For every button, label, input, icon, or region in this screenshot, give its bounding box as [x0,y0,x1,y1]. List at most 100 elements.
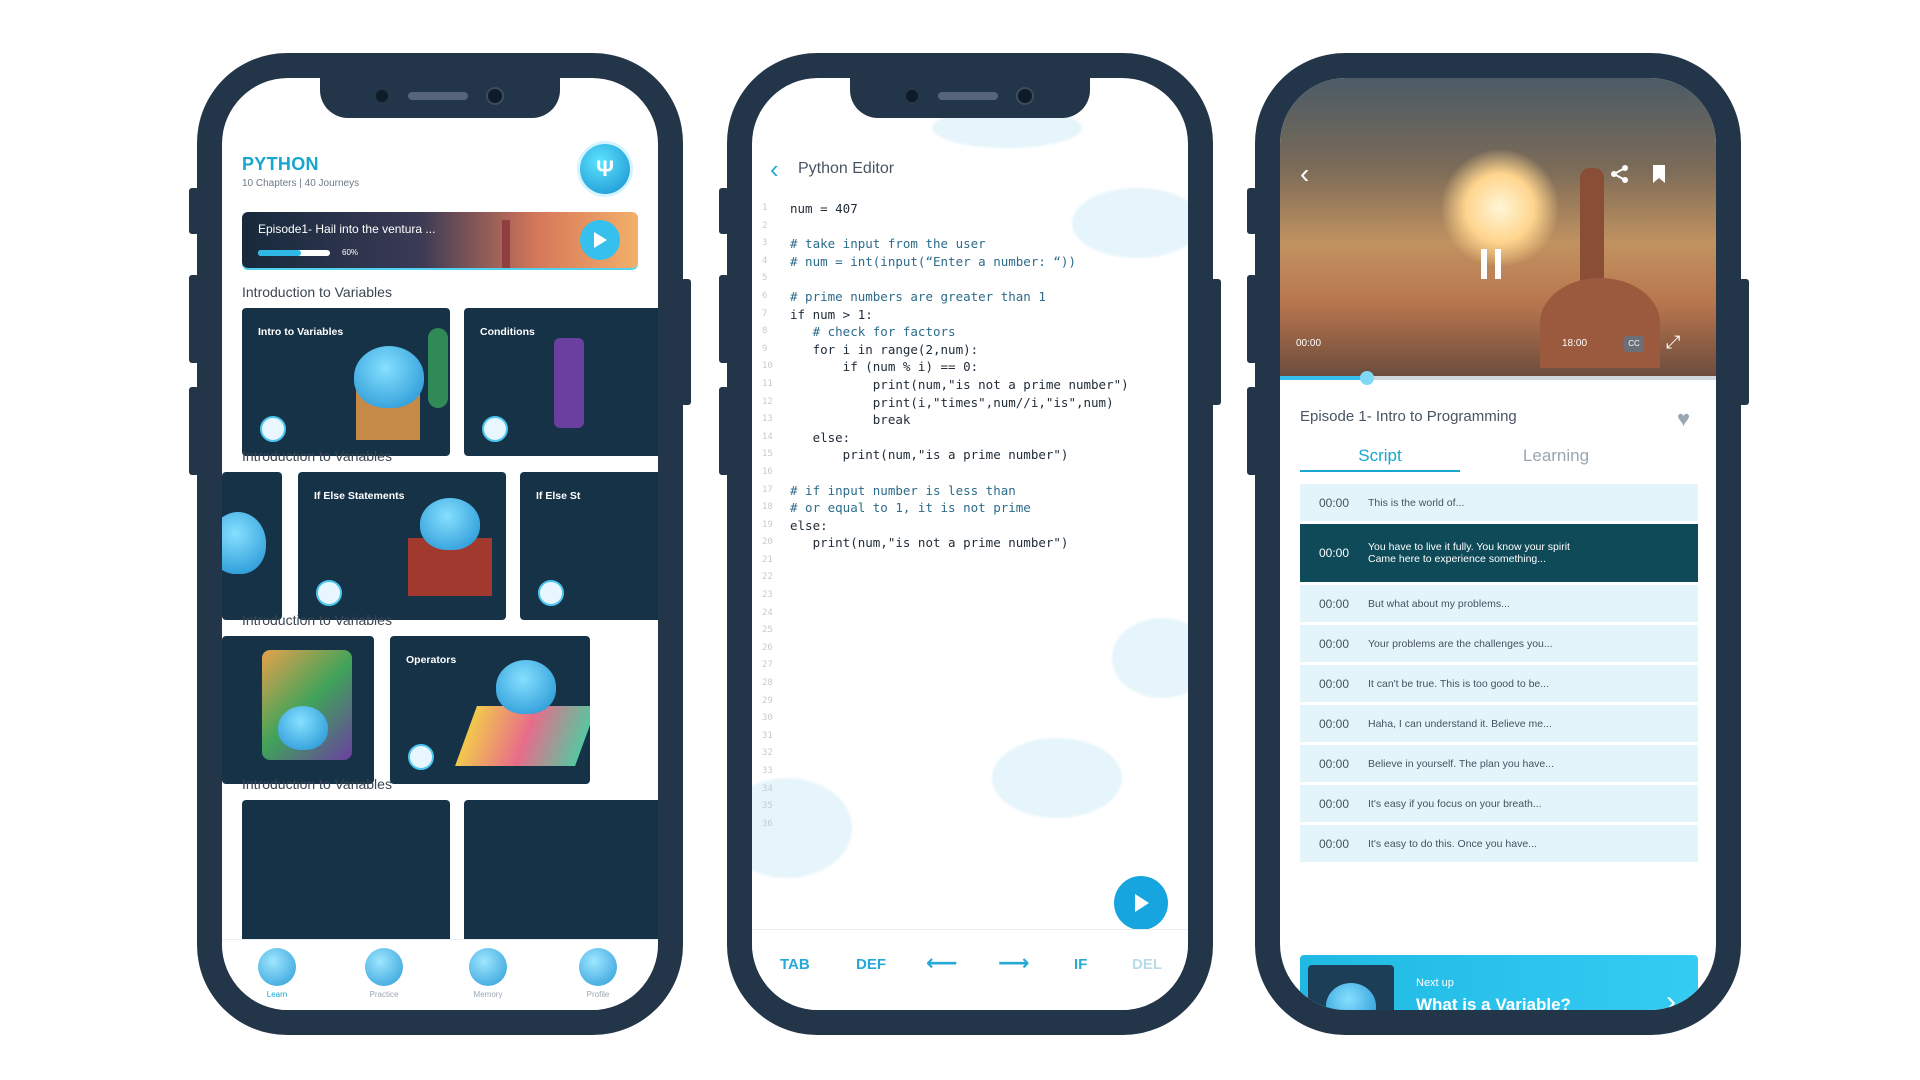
code-line[interactable]: 19 else: [762,517,1172,535]
share-icon[interactable] [1610,164,1630,184]
code-line[interactable]: 9 for i in range(2,num): [762,341,1172,359]
run-button[interactable] [1114,876,1168,930]
line-number: 17 [762,484,773,495]
tab-practice[interactable]: Practice [354,948,414,999]
script-row[interactable]: 00:00 This is the world of... [1300,484,1698,521]
code-line[interactable]: 6 # prime numbers are greater than 1 [762,288,1172,306]
code-line[interactable]: 22 [762,569,1172,587]
script-row[interactable]: 00:00 It can't be true. This is too good … [1300,665,1698,702]
next-up-caption: Next up [1416,977,1454,989]
code-line[interactable]: 10 if (num % i) == 0: [762,358,1172,376]
code-line[interactable]: 36 [762,816,1172,834]
del-key-button[interactable]: DEL [1132,956,1162,973]
code-line[interactable]: 5 [762,270,1172,288]
script-row[interactable]: 00:00 Haha, I can understand it. Believe … [1300,705,1698,742]
script-row[interactable]: 00:00 It's easy if you focus on your brea… [1300,785,1698,822]
code-line[interactable]: 13 break [762,411,1172,429]
closed-captions-button[interactable]: CC [1624,336,1644,352]
code-line[interactable]: 34 [762,781,1172,799]
code-line[interactable]: 29 [762,693,1172,711]
lesson-card[interactable]: If Else St [520,472,658,620]
code-line[interactable]: 32 [762,745,1172,763]
code-line[interactable]: 18 # or equal to 1, it is not prime [762,499,1172,517]
code-line[interactable]: 33 [762,763,1172,781]
code-line[interactable]: 23 [762,587,1172,605]
continue-episode-card[interactable]: Episode1- Hail into the ventura ... 60% [242,212,638,268]
episode-title: Episode1- Hail into the ventura ... [258,222,436,236]
arrow-right-key-button[interactable]: ⟶ [998,950,1030,976]
lesson-card-title: Operators [406,654,457,666]
tab-learning[interactable]: Learning [1476,446,1636,470]
bookmark-icon[interactable] [1652,164,1666,184]
script-text: This is the world of... [1368,496,1465,509]
video-scrubber-knob[interactable] [1360,371,1375,385]
lesson-card[interactable] [222,636,374,784]
back-arrow-icon[interactable]: ‹ [1300,158,1309,190]
code-line[interactable]: 31 [762,728,1172,746]
code-line[interactable]: 26 [762,640,1172,658]
line-number: 13 [762,414,773,425]
heart-icon[interactable]: ♥ [1677,406,1690,432]
arrow-left-key-button[interactable]: ⟵ [926,950,958,976]
pause-icon[interactable] [1480,248,1502,280]
code-line[interactable]: 14 else: [762,429,1172,447]
code-line[interactable]: 28 [762,675,1172,693]
code-line[interactable]: 12 print(i,"times",num//i,"is",num) [762,394,1172,412]
if-key-button[interactable]: IF [1074,956,1087,973]
code-line[interactable]: 3 # take input from the user [762,235,1172,253]
tab-memory[interactable]: Memory [458,948,518,999]
script-row[interactable]: 00:00 But what about my problems... [1300,585,1698,622]
next-up-card[interactable]: Next up What is a Variable? › [1300,955,1698,1010]
video-progress-bar[interactable] [1280,371,1716,385]
code-line[interactable]: 20 print(num,"is not a prime number") [762,534,1172,552]
course-title: PYTHON [242,154,319,174]
script-row[interactable]: 00:00 It's easy to do this. Once you have… [1300,825,1698,862]
code-line[interactable]: 11 print(num,"is not a prime number") [762,376,1172,394]
lesson-card[interactable] [242,800,450,948]
play-button[interactable] [580,220,620,260]
line-number: 22 [762,572,773,583]
line-number: 21 [762,554,773,565]
lesson-card[interactable] [464,800,658,948]
phone-side-button [189,387,199,475]
code-line[interactable]: 8 # check for factors [762,323,1172,341]
script-time: 00:00 [1318,756,1350,771]
code-line[interactable]: 24 [762,605,1172,623]
section-label: Introduction to Variables [242,776,392,792]
code-line[interactable]: 4 # num = int(input(“Enter a number: “)) [762,253,1172,271]
lesson-card[interactable]: Operators [390,636,590,784]
tab-key-button[interactable]: TAB [780,956,810,973]
code-line[interactable]: 30 [762,710,1172,728]
lesson-card[interactable]: Intro to Variables [242,308,450,456]
script-row[interactable]: 00:00 You have to live it fully. You know… [1300,524,1698,582]
code-line[interactable]: 21 [762,552,1172,570]
script-row[interactable]: 00:00 Believe in yourself. The plan you h… [1300,745,1698,782]
lesson-card[interactable] [222,472,282,620]
code-line[interactable]: 25 [762,622,1172,640]
trident-icon[interactable]: Ψ [580,144,630,194]
episode-title: Episode 1- Intro to Programming [1300,408,1517,425]
tab-learn[interactable]: Learn [247,948,307,999]
code-line[interactable]: 27 [762,657,1172,675]
lesson-card-title: If Else Statements [314,490,405,502]
tab-profile[interactable]: Profile [568,948,628,999]
code-line[interactable]: 7 if num > 1: [762,306,1172,324]
script-row[interactable]: 00:00 Your problems are the challenges yo… [1300,625,1698,662]
video-player[interactable]: ‹ 00:00 18:00 CC ⤢ [1280,78,1716,378]
code-editor[interactable]: 1 num = 407 2 3 # take input from the user 4 #… [762,200,1172,833]
code-line[interactable]: 16 [762,464,1172,482]
tab-script[interactable]: Script [1300,446,1460,472]
code-line[interactable]: 2 [762,218,1172,236]
code-line[interactable]: 35 [762,798,1172,816]
def-key-button[interactable]: DEF [856,956,886,973]
code-line[interactable]: 1 num = 407 [762,200,1172,218]
code-text: break [790,412,911,428]
fullscreen-icon[interactable]: ⤢ [1666,332,1680,353]
lesson-card[interactable]: Conditions [464,308,658,456]
code-line[interactable]: 15 print(num,"is a prime number") [762,446,1172,464]
line-number: 33 [762,766,773,776]
chevron-left-icon[interactable]: ‹ [770,156,779,182]
line-number: 1 [762,203,768,213]
lesson-card[interactable]: If Else Statements [298,472,506,620]
code-line[interactable]: 17 # if input number is less than [762,482,1172,500]
